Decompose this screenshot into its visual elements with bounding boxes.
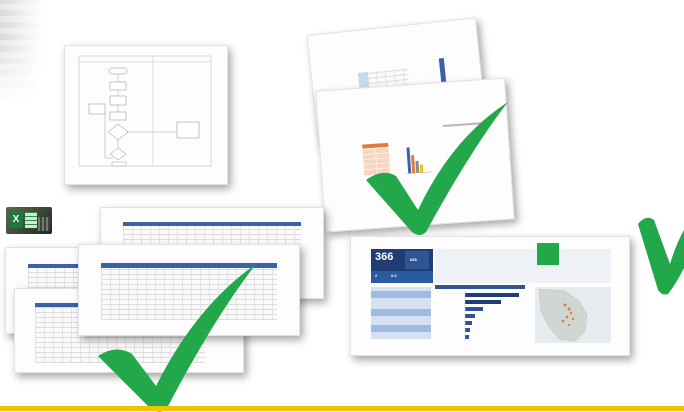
excel-grid-icon: [25, 212, 37, 228]
checkmark-icon: [366, 102, 508, 235]
keyboard-icon: [38, 217, 50, 231]
dashboard-stats-strip: [435, 249, 611, 283]
dashboard-kpi-box: [405, 251, 429, 269]
decorative-tiles: [0, 0, 42, 100]
dashboard-kpi-secondary: 838: [410, 257, 417, 262]
dashboard-document: 366 838 2 0.0: [350, 236, 630, 356]
checkmark-icon: [638, 217, 684, 295]
dashboard-bar-chart: [464, 291, 519, 341]
dashboard-map: [535, 287, 611, 343]
dashboard-sidebar-row: [371, 325, 431, 332]
dashboard-kpi-small-b: 0.0: [391, 273, 397, 278]
dashboard-sidebar-row: [371, 309, 431, 316]
flowchart-diagram: [78, 55, 212, 167]
excel-icon: X: [6, 207, 52, 234]
flowchart-document: [64, 45, 228, 185]
dashboard-sidebar-row: [371, 291, 431, 298]
dashboard-kpi-panel-lower: [371, 271, 433, 283]
dashboard-green-marker: [537, 243, 559, 265]
excel-x-icon: X: [9, 212, 23, 228]
map-shape: [538, 288, 588, 342]
bottom-accent-bar: [0, 406, 684, 411]
checkmark-icon: [98, 264, 256, 412]
dashboard-kpi-small-a: 2: [375, 273, 378, 278]
dashboard-kpi-main: 366: [375, 251, 394, 263]
dashboard-chart-title-bar: [435, 285, 525, 289]
